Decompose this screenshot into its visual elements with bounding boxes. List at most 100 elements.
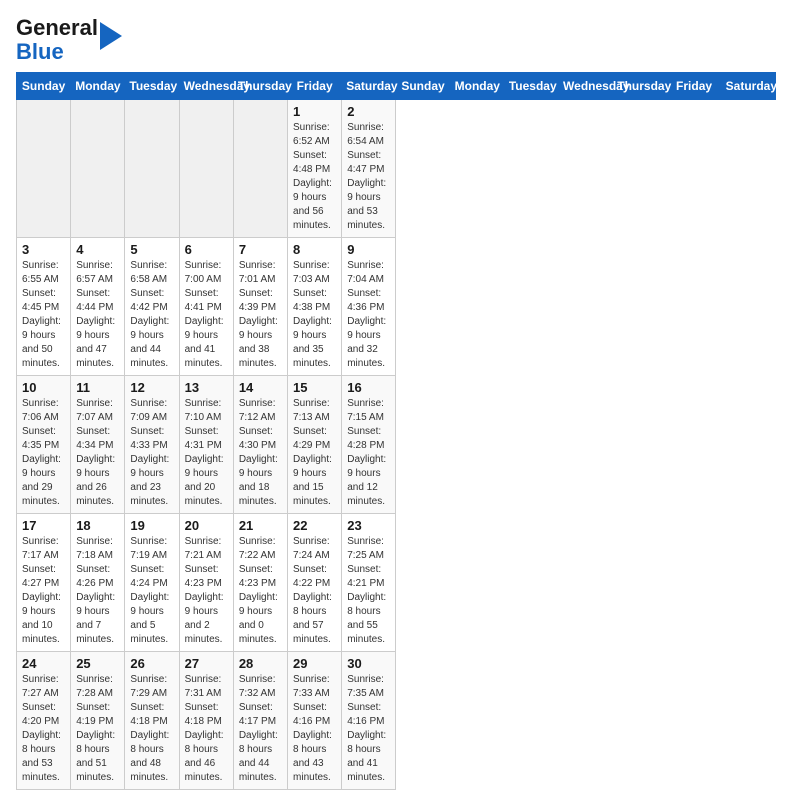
day-number: 12: [130, 380, 173, 395]
calendar-cell: 2 Sunrise: 6:54 AM Sunset: 4:47 PM Daylig…: [342, 100, 396, 238]
day-of-week-header: Friday: [288, 73, 342, 100]
calendar-cell: 12 Sunrise: 7:09 AM Sunset: 4:33 PM Dayli…: [125, 376, 179, 514]
calendar-cell: 13 Sunrise: 7:10 AM Sunset: 4:31 PM Dayli…: [179, 376, 233, 514]
day-number: 19: [130, 518, 173, 533]
calendar-cell: 28 Sunrise: 7:32 AM Sunset: 4:17 PM Dayli…: [233, 652, 287, 790]
day-info: Sunrise: 7:24 AM Sunset: 4:22 PM Dayligh…: [293, 535, 336, 647]
day-info: Sunrise: 7:25 AM Sunset: 4:21 PM Dayligh…: [347, 535, 390, 647]
day-info: Sunrise: 7:21 AM Sunset: 4:23 PM Dayligh…: [185, 535, 228, 647]
day-number: 21: [239, 518, 282, 533]
day-number: 18: [76, 518, 119, 533]
day-number: 4: [76, 242, 119, 257]
day-number: 6: [185, 242, 228, 257]
day-of-week-header: Thursday: [233, 73, 287, 100]
day-info: Sunrise: 7:09 AM Sunset: 4:33 PM Dayligh…: [130, 397, 173, 509]
calendar-cell: 4Sunrise: 6:57 AM Sunset: 4:44 PM Daylig…: [71, 238, 125, 376]
day-number: 1: [293, 104, 336, 119]
day-number: 28: [239, 656, 282, 671]
calendar-cell: 16 Sunrise: 7:15 AM Sunset: 4:28 PM Dayli…: [342, 376, 396, 514]
calendar-cell: 25 Sunrise: 7:28 AM Sunset: 4:19 PM Dayli…: [71, 652, 125, 790]
header: GeneralBlue: [16, 16, 776, 64]
day-number: 8: [293, 242, 336, 257]
calendar-cell: 19 Sunrise: 7:19 AM Sunset: 4:24 PM Dayli…: [125, 514, 179, 652]
calendar-week-row: 24Sunrise: 7:27 AM Sunset: 4:20 PM Dayli…: [17, 652, 776, 790]
day-number: 3: [22, 242, 65, 257]
day-of-week-header: Monday: [71, 73, 125, 100]
calendar-cell: [17, 100, 71, 238]
day-info: Sunrise: 7:03 AM Sunset: 4:38 PM Dayligh…: [293, 259, 336, 371]
day-number: 25: [76, 656, 119, 671]
calendar-cell: 21 Sunrise: 7:22 AM Sunset: 4:23 PM Dayli…: [233, 514, 287, 652]
day-number: 27: [185, 656, 228, 671]
calendar-cell: 8 Sunrise: 7:03 AM Sunset: 4:38 PM Daylig…: [288, 238, 342, 376]
day-number: 14: [239, 380, 282, 395]
calendar-cell: 18 Sunrise: 7:18 AM Sunset: 4:26 PM Dayli…: [71, 514, 125, 652]
day-number: 2: [347, 104, 390, 119]
day-number: 16: [347, 380, 390, 395]
calendar-cell: 14 Sunrise: 7:12 AM Sunset: 4:30 PM Dayli…: [233, 376, 287, 514]
day-number: 26: [130, 656, 173, 671]
day-of-week-header: Wednesday: [559, 73, 613, 100]
day-info: Sunrise: 6:54 AM Sunset: 4:47 PM Dayligh…: [347, 121, 390, 233]
logo-text: GeneralBlue: [16, 16, 98, 64]
calendar-cell: 29 Sunrise: 7:33 AM Sunset: 4:16 PM Dayli…: [288, 652, 342, 790]
day-info: Sunrise: 7:17 AM Sunset: 4:27 PM Dayligh…: [22, 535, 65, 647]
calendar-cell: 9Sunrise: 7:04 AM Sunset: 4:36 PM Daylig…: [342, 238, 396, 376]
calendar-cell: 15Sunrise: 7:13 AM Sunset: 4:29 PM Dayli…: [288, 376, 342, 514]
day-of-week-header: Tuesday: [125, 73, 179, 100]
calendar-cell: 3Sunrise: 6:55 AM Sunset: 4:45 PM Daylig…: [17, 238, 71, 376]
logo-icon: [100, 22, 122, 50]
calendar-table: SundayMondayTuesdayWednesdayThursdayFrid…: [16, 72, 776, 790]
calendar-cell: [71, 100, 125, 238]
calendar-cell: 27 Sunrise: 7:31 AM Sunset: 4:18 PM Dayli…: [179, 652, 233, 790]
day-info: Sunrise: 7:27 AM Sunset: 4:20 PM Dayligh…: [22, 673, 65, 785]
day-number: 10: [22, 380, 65, 395]
day-info: Sunrise: 7:28 AM Sunset: 4:19 PM Dayligh…: [76, 673, 119, 785]
day-info: Sunrise: 7:33 AM Sunset: 4:16 PM Dayligh…: [293, 673, 336, 785]
calendar-cell: 17 Sunrise: 7:17 AM Sunset: 4:27 PM Dayli…: [17, 514, 71, 652]
day-number: 30: [347, 656, 390, 671]
day-of-week-header: Friday: [667, 73, 721, 100]
day-number: 29: [293, 656, 336, 671]
day-number: 5: [130, 242, 173, 257]
day-info: Sunrise: 7:22 AM Sunset: 4:23 PM Dayligh…: [239, 535, 282, 647]
calendar-header-row: SundayMondayTuesdayWednesdayThursdayFrid…: [17, 73, 776, 100]
day-of-week-header: Saturday: [721, 73, 775, 100]
day-info: Sunrise: 7:07 AM Sunset: 4:34 PM Dayligh…: [76, 397, 119, 509]
day-number: 15: [293, 380, 336, 395]
day-info: Sunrise: 7:29 AM Sunset: 4:18 PM Dayligh…: [130, 673, 173, 785]
day-of-week-header: Sunday: [17, 73, 71, 100]
day-number: 13: [185, 380, 228, 395]
day-number: 23: [347, 518, 390, 533]
day-info: Sunrise: 7:04 AM Sunset: 4:36 PM Dayligh…: [347, 259, 390, 371]
calendar-cell: 30Sunrise: 7:35 AM Sunset: 4:16 PM Dayli…: [342, 652, 396, 790]
calendar-week-row: 3Sunrise: 6:55 AM Sunset: 4:45 PM Daylig…: [17, 238, 776, 376]
day-info: Sunrise: 7:18 AM Sunset: 4:26 PM Dayligh…: [76, 535, 119, 647]
calendar-week-row: 10 Sunrise: 7:06 AM Sunset: 4:35 PM Dayli…: [17, 376, 776, 514]
calendar-cell: 1 Sunrise: 6:52 AM Sunset: 4:48 PM Daylig…: [288, 100, 342, 238]
day-info: Sunrise: 7:19 AM Sunset: 4:24 PM Dayligh…: [130, 535, 173, 647]
day-number: 20: [185, 518, 228, 533]
day-of-week-header: Sunday: [396, 73, 450, 100]
day-info: Sunrise: 7:10 AM Sunset: 4:31 PM Dayligh…: [185, 397, 228, 509]
day-info: Sunrise: 7:01 AM Sunset: 4:39 PM Dayligh…: [239, 259, 282, 371]
calendar-cell: 24Sunrise: 7:27 AM Sunset: 4:20 PM Dayli…: [17, 652, 71, 790]
day-info: Sunrise: 7:15 AM Sunset: 4:28 PM Dayligh…: [347, 397, 390, 509]
day-info: Sunrise: 7:31 AM Sunset: 4:18 PM Dayligh…: [185, 673, 228, 785]
day-info: Sunrise: 6:52 AM Sunset: 4:48 PM Dayligh…: [293, 121, 336, 233]
day-number: 7: [239, 242, 282, 257]
day-of-week-header: Tuesday: [504, 73, 558, 100]
day-number: 17: [22, 518, 65, 533]
day-info: Sunrise: 7:06 AM Sunset: 4:35 PM Dayligh…: [22, 397, 65, 509]
calendar-week-row: 17 Sunrise: 7:17 AM Sunset: 4:27 PM Dayli…: [17, 514, 776, 652]
day-of-week-header: Thursday: [613, 73, 667, 100]
calendar-cell: 23 Sunrise: 7:25 AM Sunset: 4:21 PM Dayli…: [342, 514, 396, 652]
day-info: Sunrise: 7:32 AM Sunset: 4:17 PM Dayligh…: [239, 673, 282, 785]
calendar-cell: [233, 100, 287, 238]
calendar-cell: 10 Sunrise: 7:06 AM Sunset: 4:35 PM Dayli…: [17, 376, 71, 514]
calendar-cell: 20 Sunrise: 7:21 AM Sunset: 4:23 PM Dayli…: [179, 514, 233, 652]
logo: GeneralBlue: [16, 16, 122, 64]
day-info: Sunrise: 7:12 AM Sunset: 4:30 PM Dayligh…: [239, 397, 282, 509]
calendar-cell: [125, 100, 179, 238]
day-of-week-header: Wednesday: [179, 73, 233, 100]
